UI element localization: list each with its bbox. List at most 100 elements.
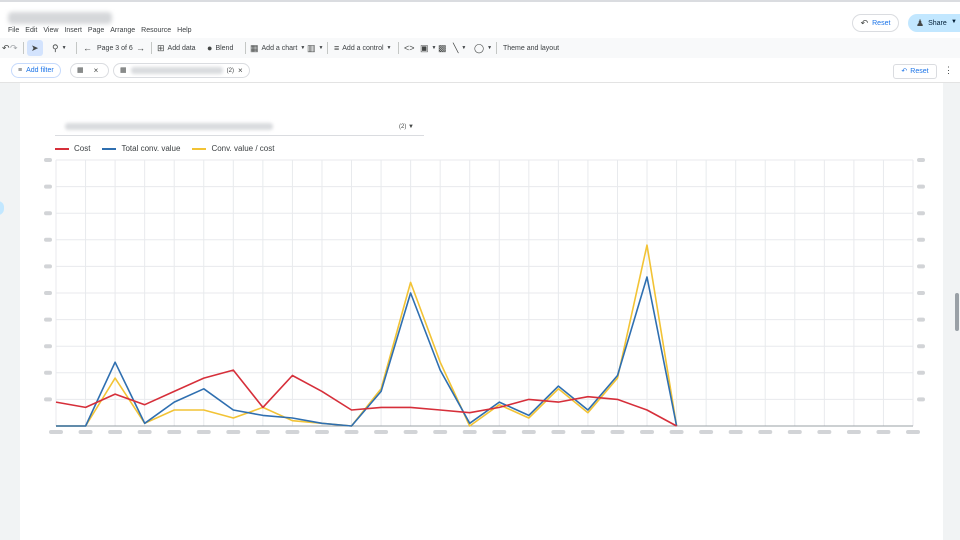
filter-chip-count: (2)	[226, 67, 234, 74]
filter-chip[interactable]: ▦ ×	[70, 63, 109, 78]
chevron-down-icon: ▼	[431, 45, 437, 51]
x-tick-label	[728, 430, 743, 434]
menu-arrange[interactable]: Arrange	[108, 27, 139, 34]
vertical-scrollbar[interactable]	[955, 293, 959, 331]
x-tick-label	[433, 430, 448, 434]
reset-button[interactable]: ↶ Reset	[852, 14, 899, 32]
toolbar-divider	[76, 42, 77, 54]
side-panel-handle[interactable]	[0, 201, 4, 215]
legend-item-cost[interactable]: Cost	[55, 144, 90, 153]
undo-button[interactable]: ↶	[2, 38, 10, 58]
more-options-icon[interactable]: ⋮	[944, 65, 953, 76]
x-tick-label	[374, 430, 389, 434]
toolbar-divider	[496, 42, 497, 54]
x-tick-label	[876, 430, 891, 434]
filter-chip[interactable]: ▦ (2) ×	[113, 63, 250, 78]
close-icon[interactable]: ×	[94, 66, 99, 75]
embed-button[interactable]: <>	[404, 38, 415, 58]
community-viz-button[interactable]: ▥ ▼	[307, 38, 323, 58]
filter-icon: ≡	[18, 67, 23, 74]
add-control-label: Add a control	[342, 44, 384, 52]
add-data-button[interactable]: ⊞ Add data	[157, 38, 196, 58]
share-label: Share	[928, 19, 947, 27]
time-series-chart[interactable]	[40, 156, 940, 446]
y-tick-label	[44, 291, 52, 295]
menu-file[interactable]: File	[6, 27, 23, 34]
share-dropdown-icon[interactable]: ▼	[951, 19, 957, 25]
blend-icon: ●	[207, 42, 213, 53]
add-chart-button[interactable]: ▦ Add a chart ▼	[250, 38, 305, 58]
text-box-icon: ▩	[438, 42, 447, 53]
line-icon: ╲	[453, 42, 459, 53]
x-tick-label	[196, 430, 211, 434]
undo-icon: ↶	[2, 42, 10, 53]
y2-tick-label	[917, 264, 925, 269]
chart-icon: ▦	[120, 67, 127, 74]
reset-filters-label: Reset	[910, 68, 929, 75]
chevron-down-icon: ▼	[487, 45, 493, 51]
y2-tick-label	[917, 211, 925, 216]
dropdown-control[interactable]: (2) ▼	[55, 118, 424, 136]
toolbar-divider	[327, 42, 328, 54]
x-tick-label	[640, 430, 655, 434]
dropdown-control-value	[65, 123, 273, 130]
select-tool-button[interactable]: ➤	[27, 40, 43, 56]
blend-label: Blend	[215, 44, 234, 52]
code-icon: <>	[404, 42, 415, 53]
blend-button[interactable]: ● Blend	[207, 38, 233, 58]
redo-icon: ↷	[10, 42, 18, 53]
reset-filters-button[interactable]: ↶ Reset	[893, 64, 937, 79]
chart-icon: ▦	[250, 42, 259, 53]
x-tick-label	[108, 430, 123, 434]
toolbar-divider	[151, 42, 152, 54]
x-tick-label	[521, 430, 536, 434]
image-button[interactable]: ▣ ▼	[420, 38, 436, 58]
add-filter-label: Add filter	[26, 67, 54, 74]
filter-chip-value	[130, 67, 223, 74]
menu-edit[interactable]: Edit	[23, 27, 41, 34]
legend-item-total-conv-value[interactable]: Total conv. value	[102, 144, 180, 153]
chart-icon: ▦	[77, 67, 84, 74]
add-filter-button[interactable]: ≡ Add filter	[11, 63, 61, 78]
menu-view[interactable]: View	[41, 27, 62, 34]
shapes-icon: ◯	[474, 42, 485, 53]
x-tick-label	[314, 430, 329, 434]
menu-help[interactable]: Help	[175, 27, 195, 34]
shape-button[interactable]: ◯ ▼	[474, 38, 492, 58]
theme-layout-button[interactable]: Theme and layout	[503, 38, 559, 58]
y2-tick-label	[917, 344, 925, 349]
theme-layout-label: Theme and layout	[503, 44, 560, 52]
next-page-button[interactable]: →	[136, 38, 145, 58]
menu-insert[interactable]: Insert	[62, 27, 86, 34]
y-tick-label	[44, 211, 52, 216]
y-tick-label	[44, 158, 52, 162]
menu-resource[interactable]: Resource	[139, 27, 175, 34]
report-title[interactable]	[8, 12, 112, 24]
undo-icon: ↶	[901, 68, 908, 75]
share-button[interactable]: ♟ Share ▼	[908, 14, 960, 32]
zoom-button[interactable]: ⚲ ▼	[52, 38, 67, 58]
prev-page-button[interactable]: ←	[83, 38, 92, 58]
legend-item-conv-value-per-cost[interactable]: Conv. value / cost	[192, 144, 274, 153]
chevron-down-icon: ▼	[461, 45, 467, 51]
y-tick-label	[44, 344, 52, 349]
menu-page[interactable]: Page	[86, 27, 108, 34]
toolbar-divider	[398, 42, 399, 54]
x-tick-label	[787, 430, 802, 434]
y-tick-label	[44, 317, 52, 322]
x-tick-label	[610, 430, 625, 434]
x-tick-label	[167, 430, 182, 434]
legend-swatch-total-conv-value	[102, 147, 117, 150]
close-icon[interactable]: ×	[238, 66, 243, 75]
redo-button[interactable]: ↷	[10, 38, 18, 58]
line-button[interactable]: ╲ ▼	[453, 38, 466, 58]
x-tick-label	[551, 430, 566, 434]
x-tick-label	[226, 430, 241, 434]
text-button[interactable]: ▩	[438, 38, 447, 58]
filter-control-icon: ≡	[334, 42, 340, 53]
chart-legend: Cost Total conv. value Conv. value / cos…	[55, 144, 274, 153]
x-tick-label	[906, 430, 920, 434]
x-tick-label	[403, 430, 418, 434]
reset-label: Reset	[872, 19, 891, 27]
add-control-button[interactable]: ≡ Add a control ▼	[334, 38, 391, 58]
